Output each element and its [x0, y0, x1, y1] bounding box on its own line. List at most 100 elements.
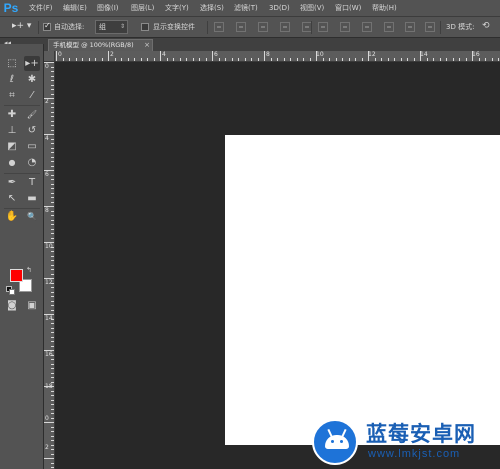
gradient-tool-icon[interactable]: ▭: [24, 139, 40, 154]
ruler-tick: [51, 183, 54, 185]
blur-tool-icon[interactable]: ●: [4, 155, 20, 170]
ruler-tick: [485, 58, 486, 61]
ruler-origin[interactable]: [44, 51, 55, 62]
hand-tool-icon[interactable]: ✋: [4, 209, 20, 224]
options-separator: [38, 21, 39, 34]
clone-stamp-tool-icon[interactable]: ⊥: [4, 123, 20, 138]
healing-tool-icon[interactable]: ✚: [4, 107, 20, 122]
3d-mode-label: 3D 模式:: [446, 23, 475, 31]
quick-mask-icon[interactable]: ◙: [4, 298, 20, 313]
distribute-top-icon[interactable]: [318, 22, 328, 32]
distribute-left-icon[interactable]: [384, 22, 394, 32]
menu-select[interactable]: 选择(S): [200, 0, 224, 17]
brush-tool-icon[interactable]: 🖌: [24, 107, 40, 122]
dodge-tool-icon[interactable]: ◔: [24, 155, 40, 170]
ruler-tick: [56, 51, 57, 61]
ruler-tick: [218, 58, 220, 61]
ruler-label: 0: [45, 63, 49, 70]
magic-wand-tool-icon[interactable]: ✱: [24, 72, 40, 87]
ruler-label: 6: [45, 171, 49, 178]
distribute-vcenter-icon[interactable]: [340, 22, 350, 32]
marquee-tool-icon[interactable]: ⬚: [4, 56, 20, 71]
eraser-tool-icon[interactable]: ◩: [4, 139, 20, 154]
type-tool-icon[interactable]: T: [24, 175, 40, 190]
ruler-tick: [231, 58, 233, 61]
show-transform-checkbox[interactable]: [141, 23, 149, 31]
swap-colors-icon[interactable]: ↰: [26, 266, 32, 274]
ruler-tick: [140, 58, 142, 61]
ruler-tick: [51, 359, 54, 360]
menu-layer[interactable]: 图层(L): [131, 0, 154, 17]
ruler-tick: [478, 58, 480, 61]
distribute-right-icon[interactable]: [425, 22, 435, 32]
default-colors-icon[interactable]: [6, 286, 15, 295]
menu-view[interactable]: 视图(V): [300, 0, 324, 17]
menu-image[interactable]: 图像(I): [97, 0, 119, 17]
lasso-tool-icon[interactable]: ℓ: [4, 72, 20, 87]
ruler-tick: [51, 80, 54, 81]
menu-type[interactable]: 文字(Y): [165, 0, 189, 17]
ruler-tick: [69, 58, 70, 61]
ruler-tick: [51, 107, 54, 108]
ruler-tick: [95, 58, 96, 61]
ruler-tick: [88, 58, 90, 61]
close-icon[interactable]: ×: [144, 40, 150, 51]
ruler-tick: [51, 413, 54, 414]
horizontal-ruler[interactable]: 0 2 4 6 8 10 12 14 16: [44, 51, 500, 62]
tool-preset-picker[interactable]: ▸+ ▾: [12, 21, 31, 31]
ruler-tick: [51, 449, 54, 450]
ruler-tick: [51, 93, 54, 95]
align-vcenter-icon[interactable]: [236, 22, 246, 32]
eyedropper-tool-icon[interactable]: ⁄: [24, 88, 40, 103]
options-bar: ▸+ ▾ 自动选择: 组 ⇕ 显示变换控件 3D 模式: ⟲: [0, 17, 500, 38]
menu-file[interactable]: 文件(F): [29, 0, 53, 17]
menu-help[interactable]: 帮助(H): [372, 0, 397, 17]
ruler-tick: [44, 62, 54, 63]
menu-3d[interactable]: 3D(D): [269, 0, 290, 17]
screen-mode-icon[interactable]: ▣: [24, 298, 40, 313]
vertical-ruler[interactable]: 0 2 4 6 8 10 12 14 16 18 0 2: [44, 62, 55, 469]
pen-tool-icon[interactable]: ✒: [4, 175, 20, 190]
ruler-tick: [51, 165, 54, 167]
ruler-tick: [82, 58, 83, 61]
ruler-tick: [51, 431, 54, 432]
distribute-bottom-icon[interactable]: [362, 22, 372, 32]
menu-window[interactable]: 窗口(W): [335, 0, 361, 17]
align-top-icon[interactable]: [214, 22, 224, 32]
document-canvas[interactable]: [225, 135, 500, 445]
menu-filter[interactable]: 滤镜(T): [234, 0, 258, 17]
ruler-tick: [44, 278, 54, 279]
ruler-tick: [51, 381, 54, 383]
ruler-tick: [44, 242, 54, 243]
auto-select-checkbox[interactable]: [43, 21, 51, 31]
ruler-tick: [51, 255, 54, 257]
ruler-tick: [108, 51, 109, 61]
align-bottom-icon[interactable]: [258, 22, 268, 32]
ruler-tick: [51, 399, 54, 401]
ruler-tick: [44, 134, 54, 135]
auto-select-dropdown[interactable]: 组 ⇕: [95, 20, 128, 34]
ruler-tick: [51, 152, 54, 153]
auto-select-label: 自动选择:: [54, 23, 85, 31]
ruler-tick: [51, 273, 54, 275]
ruler-tick: [44, 170, 54, 171]
history-brush-tool-icon[interactable]: ↺: [24, 123, 40, 138]
ruler-tick: [283, 58, 285, 61]
ruler-label: 10: [316, 51, 324, 58]
ruler-label: 2: [45, 444, 49, 451]
document-tab[interactable]: 手机模型 @ 100%(RGB/8) ×: [48, 39, 153, 51]
zoom-tool-icon[interactable]: 🔍: [24, 209, 40, 224]
ruler-tick: [238, 58, 239, 61]
ruler-tick: [51, 120, 54, 122]
foreground-color-swatch[interactable]: [10, 269, 23, 282]
path-selection-tool-icon[interactable]: ↖: [4, 191, 20, 206]
ruler-tick: [498, 58, 499, 61]
crop-tool-icon[interactable]: ⌗: [4, 88, 20, 103]
align-left-icon[interactable]: [280, 22, 290, 32]
3d-rotate-icon[interactable]: ⟲: [482, 20, 490, 32]
distribute-hcenter-icon[interactable]: [405, 22, 415, 32]
shape-tool-icon[interactable]: ▬: [24, 191, 40, 206]
menu-edit[interactable]: 编辑(E): [63, 0, 87, 17]
ruler-tick: [51, 296, 54, 297]
move-tool-icon[interactable]: ▸+: [24, 56, 40, 71]
